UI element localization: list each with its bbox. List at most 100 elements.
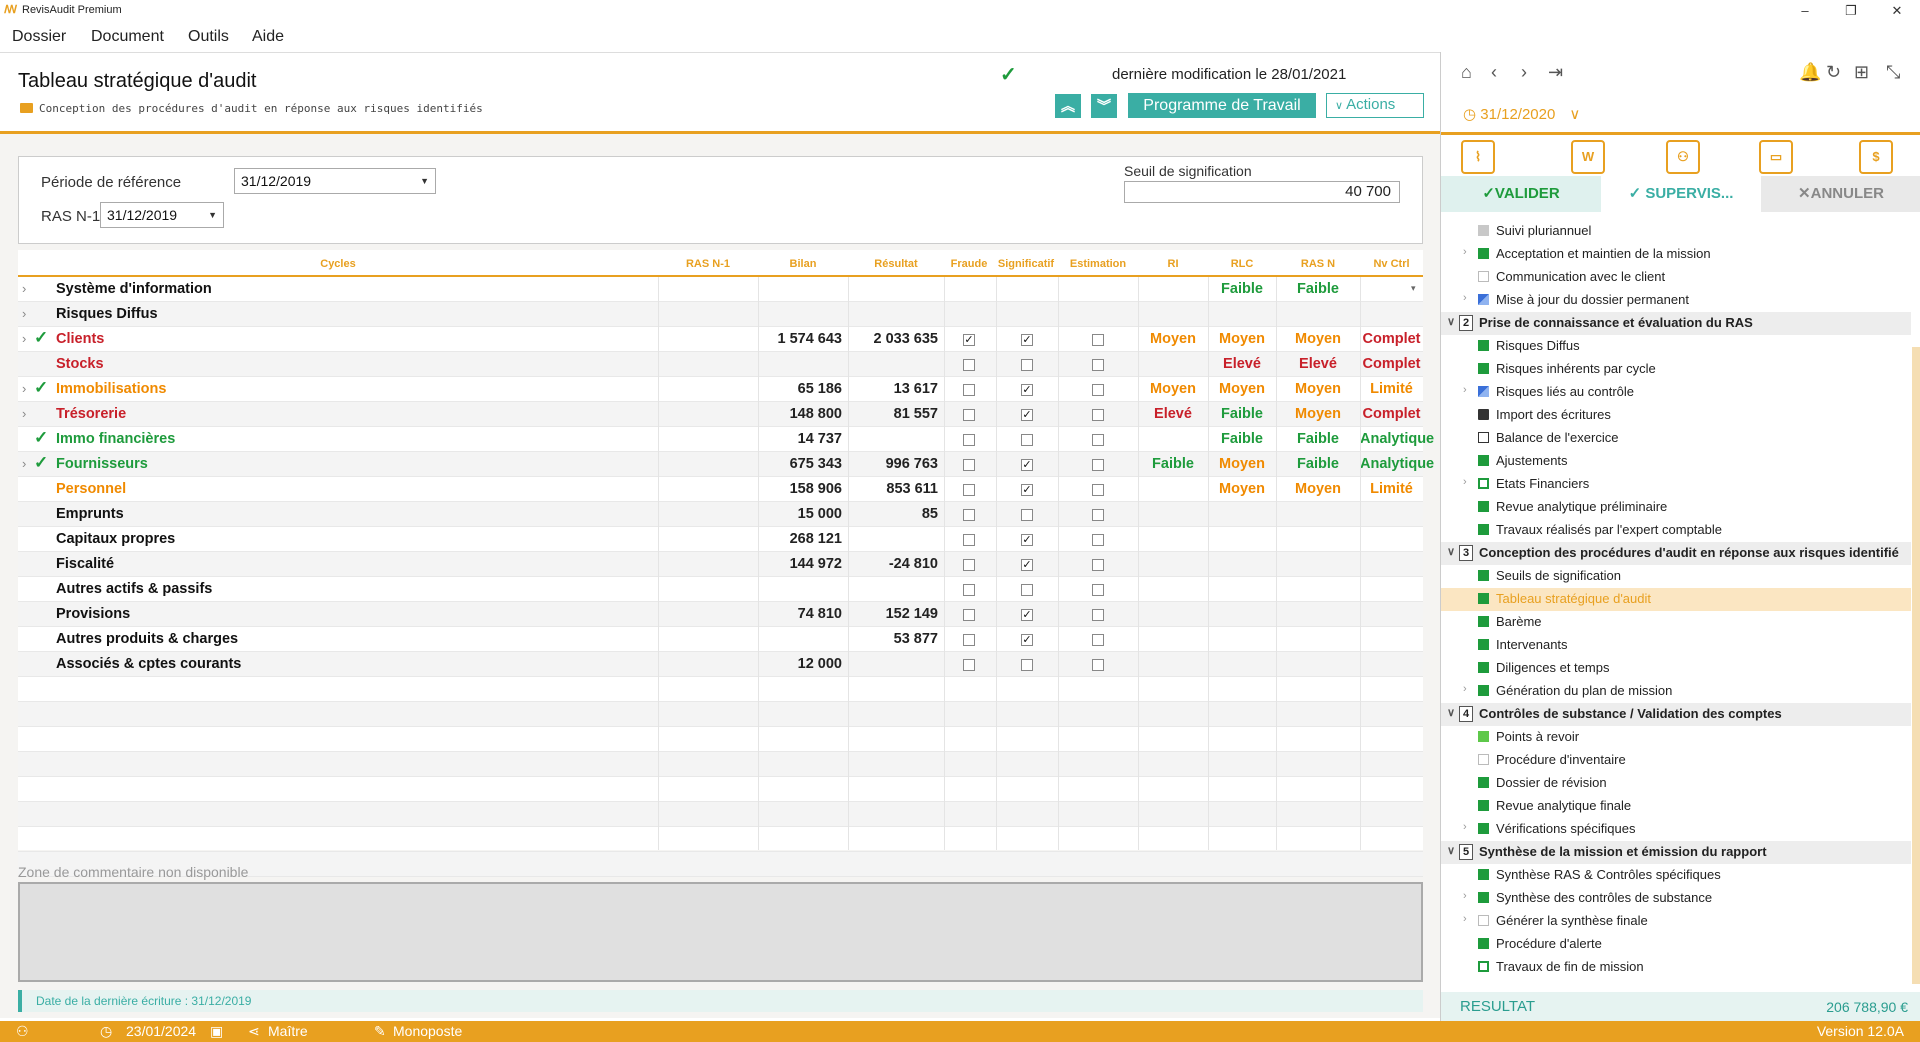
supervise-button[interactable]: ✓ SUPERVIS... bbox=[1601, 176, 1761, 212]
expand-chevron-icon[interactable]: › bbox=[22, 331, 26, 346]
cancel-button[interactable]: ✕ANNULER bbox=[1761, 176, 1920, 212]
chevron-right-icon[interactable]: › bbox=[1463, 292, 1467, 304]
table-row[interactable]: Associés & cptes courants 12 000 bbox=[18, 652, 1423, 677]
tree-item[interactable]: Procédure d'alerte bbox=[1441, 933, 1911, 956]
menu-dossier[interactable]: Dossier bbox=[12, 28, 66, 46]
tree-item[interactable]: Balance de l'exercice bbox=[1441, 427, 1911, 450]
estimation-checkbox[interactable] bbox=[1092, 409, 1104, 421]
menu-document[interactable]: Document bbox=[91, 28, 164, 46]
fraude-checkbox[interactable] bbox=[963, 359, 975, 371]
table-row[interactable]: › ✓ Fournisseurs 675 343 996 763 ✓ Faible Moyen… bbox=[18, 452, 1434, 477]
close-button[interactable]: ✕ bbox=[1874, 0, 1920, 22]
expand-chevron-icon[interactable]: › bbox=[22, 306, 26, 321]
ras-select[interactable]: 31/12/2019 ▼ bbox=[100, 202, 224, 228]
tree-item[interactable]: Intervenants bbox=[1441, 634, 1911, 657]
table-row[interactable]: Capitaux propres 268 121 ✓ bbox=[18, 527, 1423, 552]
estimation-checkbox[interactable] bbox=[1092, 359, 1104, 371]
tree-item[interactable]: Barème bbox=[1441, 611, 1911, 634]
table-row[interactable]: Autres produits & charges 53 877 ✓ bbox=[18, 627, 1423, 652]
folder-icon[interactable]: ▭ bbox=[1759, 140, 1793, 174]
minimize-button[interactable]: – bbox=[1782, 0, 1828, 22]
fraude-checkbox[interactable] bbox=[963, 409, 975, 421]
maximize-button[interactable]: ❐ bbox=[1828, 0, 1874, 22]
tree-item[interactable]: Travaux de fin de mission bbox=[1441, 956, 1911, 979]
tree-item[interactable]: Tableau stratégique d'audit bbox=[1441, 588, 1911, 611]
chevron-down-icon[interactable]: ∨ bbox=[1447, 706, 1455, 719]
fraude-checkbox[interactable] bbox=[963, 584, 975, 596]
tree-item[interactable]: Suivi pluriannuel bbox=[1441, 222, 1911, 243]
tree-item[interactable]: Diligences et temps bbox=[1441, 657, 1911, 680]
table-row[interactable]: Stocks Elevé Elevé Complet bbox=[18, 352, 1423, 377]
exercise-date[interactable]: ◷ 31/12/2020 ∨ bbox=[1463, 105, 1580, 123]
column-header[interactable]: RLC bbox=[1208, 258, 1276, 270]
tree-section[interactable]: ∨ 4 Contrôles de substance / Validation de… bbox=[1441, 703, 1911, 726]
estimation-checkbox[interactable] bbox=[1092, 509, 1104, 521]
chevron-right-icon[interactable]: › bbox=[1463, 246, 1467, 258]
significatif-checkbox[interactable]: ✓ bbox=[1021, 409, 1033, 421]
table-row[interactable]: › ✓ Clients 1 574 643 2 033 635 ✓ ✓ Moyen Moyen M… bbox=[18, 327, 1423, 352]
estimation-checkbox[interactable] bbox=[1092, 484, 1104, 496]
tree-item[interactable]: Revue analytique finale bbox=[1441, 795, 1911, 818]
tree-item[interactable]: › Générer la synthèse finale bbox=[1441, 910, 1911, 933]
column-header[interactable]: RAS N-1 bbox=[658, 258, 758, 270]
tree-item[interactable]: Revue analytique préliminaire bbox=[1441, 496, 1911, 519]
tree-item[interactable]: Points à revoir bbox=[1441, 726, 1911, 749]
table-row[interactable]: Provisions 74 810 152 149 ✓ bbox=[18, 602, 1423, 627]
collapse-icon[interactable]: ⤡ bbox=[1886, 62, 1900, 83]
column-header[interactable]: Fraude bbox=[944, 258, 994, 270]
tree-item[interactable]: › Etats Financiers bbox=[1441, 473, 1911, 496]
fraude-checkbox[interactable] bbox=[963, 509, 975, 521]
significatif-checkbox[interactable] bbox=[1021, 359, 1033, 371]
exit-icon[interactable]: ⇥ bbox=[1548, 62, 1563, 83]
tree-item[interactable]: Procédure d'inventaire bbox=[1441, 749, 1911, 772]
chevron-down-icon[interactable]: ∨ bbox=[1447, 844, 1455, 857]
estimation-checkbox[interactable] bbox=[1092, 559, 1104, 571]
column-header[interactable]: Résultat bbox=[848, 258, 944, 270]
estimation-checkbox[interactable] bbox=[1092, 634, 1104, 646]
user-icon[interactable]: ⚇ bbox=[16, 1023, 29, 1040]
tree-item[interactable]: › Synthèse des contrôles de substance bbox=[1441, 887, 1911, 910]
fraude-checkbox[interactable] bbox=[963, 659, 975, 671]
tree-item[interactable]: Communication avec le client bbox=[1441, 266, 1911, 289]
periode-select[interactable]: 31/12/2019 ▼ bbox=[234, 168, 436, 194]
tree-item[interactable]: › Acceptation et maintien de la mission bbox=[1441, 243, 1911, 266]
significatif-checkbox[interactable]: ✓ bbox=[1021, 534, 1033, 546]
column-header[interactable]: Nv Ctrl bbox=[1360, 258, 1423, 270]
estimation-checkbox[interactable] bbox=[1092, 609, 1104, 621]
fraude-checkbox[interactable]: ✓ bbox=[963, 334, 975, 346]
actions-button[interactable]: ∨ Actions bbox=[1326, 93, 1424, 118]
tree-item[interactable]: › Vérifications spécifiques bbox=[1441, 818, 1911, 841]
table-row[interactable]: › Trésorerie 148 800 81 557 ✓ Elevé Faible Moye… bbox=[18, 402, 1423, 427]
tree-section[interactable]: ∨ 5 Synthèse de la mission et émission du … bbox=[1441, 841, 1911, 864]
chevron-right-icon[interactable]: › bbox=[1463, 890, 1467, 902]
table-row[interactable]: Autres actifs & passifs bbox=[18, 577, 1423, 602]
table-row[interactable]: › Système d'information Faible Faible ▾ bbox=[18, 277, 1423, 302]
significatif-checkbox[interactable] bbox=[1021, 434, 1033, 446]
table-row[interactable]: Fiscalité 144 972 -24 810 ✓ bbox=[18, 552, 1423, 577]
column-header[interactable]: Estimation bbox=[1058, 258, 1138, 270]
tree-item[interactable]: Import des écritures bbox=[1441, 404, 1911, 427]
fraude-checkbox[interactable] bbox=[963, 634, 975, 646]
significatif-checkbox[interactable]: ✓ bbox=[1021, 334, 1033, 346]
expand-chevron-icon[interactable]: › bbox=[22, 281, 26, 296]
tree-item[interactable]: › Risques liés au contrôle bbox=[1441, 381, 1911, 404]
forward-icon[interactable]: › bbox=[1521, 62, 1527, 83]
expand-chevron-icon[interactable]: › bbox=[22, 456, 26, 471]
tree-section[interactable]: ∨ 3 Conception des procédures d'audit en r… bbox=[1441, 542, 1911, 565]
tree-item[interactable]: Seuils de signification bbox=[1441, 565, 1911, 588]
tree-item[interactable]: Risques Diffus bbox=[1441, 335, 1911, 358]
fraude-checkbox[interactable] bbox=[963, 384, 975, 396]
tree-item[interactable]: Synthèse RAS & Contrôles spécifiques bbox=[1441, 864, 1911, 887]
estimation-checkbox[interactable] bbox=[1092, 659, 1104, 671]
significatif-checkbox[interactable]: ✓ bbox=[1021, 384, 1033, 396]
significatif-checkbox[interactable]: ✓ bbox=[1021, 634, 1033, 646]
significatif-checkbox[interactable] bbox=[1021, 659, 1033, 671]
table-row[interactable]: › ✓ Immobilisations 65 186 13 617 ✓ Moyen Moyen… bbox=[18, 377, 1423, 402]
word-doc-icon[interactable]: W bbox=[1571, 140, 1605, 174]
estimation-checkbox[interactable] bbox=[1092, 384, 1104, 396]
layout-icon[interactable]: ⊞ bbox=[1854, 62, 1869, 83]
validate-button[interactable]: ✓VALIDER bbox=[1441, 176, 1601, 212]
column-header[interactable]: Bilan bbox=[758, 258, 848, 270]
seuil-field[interactable]: 40 700 bbox=[1124, 181, 1400, 203]
home-icon[interactable]: ⌂ bbox=[1461, 62, 1472, 83]
